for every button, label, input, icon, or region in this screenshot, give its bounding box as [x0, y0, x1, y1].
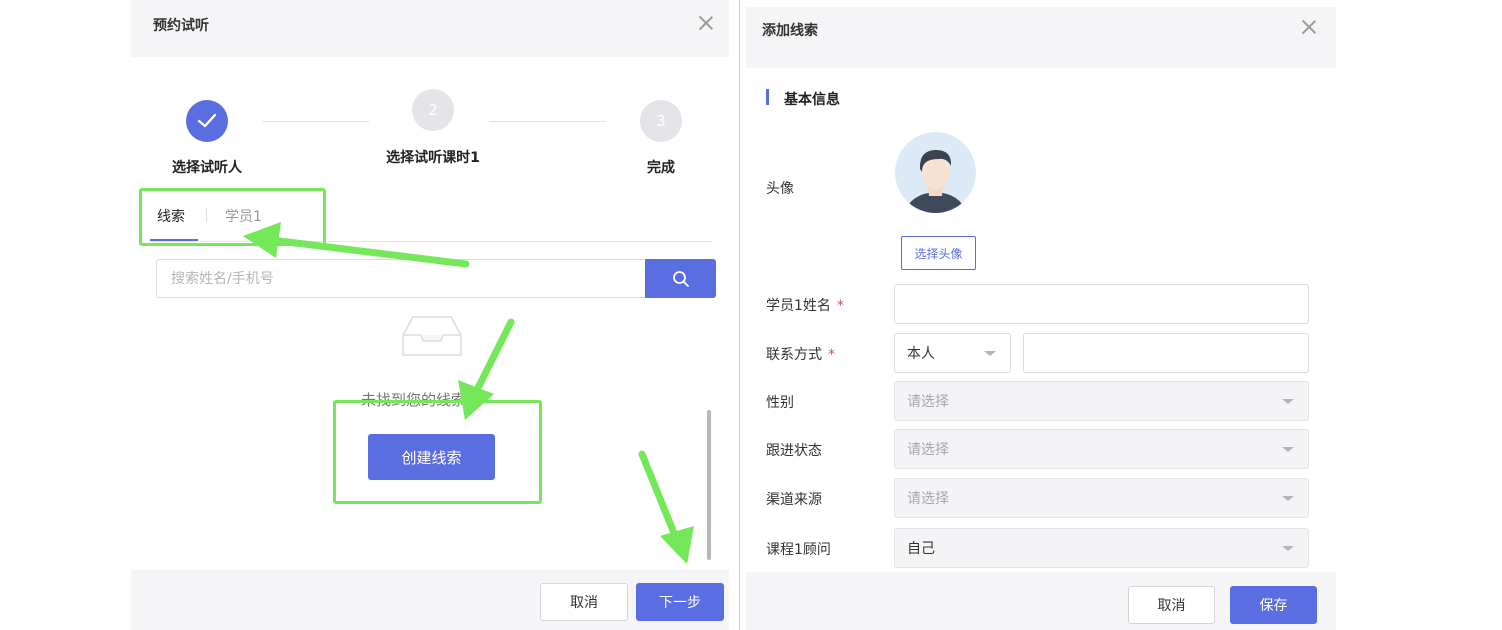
avatar-icon [895, 132, 976, 213]
contact-phone-field[interactable] [1023, 333, 1309, 373]
required-mark: * [836, 298, 844, 314]
chevron-down-icon [1282, 546, 1294, 551]
chevron-down-icon [1282, 447, 1294, 452]
channel-source-select[interactable]: 请选择 [894, 478, 1309, 518]
annotation-arrow [638, 450, 694, 564]
annotation-arrow [458, 318, 515, 420]
required-mark: * [828, 347, 835, 363]
student-name-field[interactable] [894, 284, 1309, 324]
follow-status-placeholder: 请选择 [907, 442, 949, 458]
gender-placeholder: 请选择 [907, 394, 949, 410]
follow-status-label: 跟进状态 [766, 443, 822, 459]
contact-label-text: 联系方式 [766, 347, 822, 363]
chevron-down-icon [984, 351, 996, 356]
annotation-arrow [243, 222, 470, 268]
course-advisor-label: 课程1顾问 [766, 542, 831, 558]
chevron-down-icon [1282, 399, 1294, 404]
channel-source-label: 渠道来源 [766, 492, 822, 508]
dialog-footer: 取消 保存 [746, 572, 1336, 630]
student-name-label-text: 学员1姓名 [766, 298, 831, 314]
avatar-label: 头像 [766, 181, 794, 197]
dialog-header: 添加线索 [746, 7, 1336, 68]
contact-relation-value: 本人 [907, 346, 935, 362]
contact-relation-select[interactable]: 本人 [894, 333, 1011, 373]
student-name-label: 学员1姓名 * [766, 295, 844, 315]
section-title: 基本信息 [784, 92, 840, 108]
section-marker [766, 89, 769, 105]
dialog-title: 添加线索 [762, 23, 818, 39]
add-clue-dialog: 添加线索 基本信息 头像 选择头像 学员1姓名 * 联系方式 * 本人 性别 请选择… [746, 0, 1336, 630]
choose-avatar-button[interactable]: 选择头像 [901, 236, 976, 270]
chevron-down-icon [1282, 496, 1294, 501]
close-icon[interactable] [1300, 18, 1318, 36]
channel-source-placeholder: 请选择 [907, 491, 949, 507]
follow-status-select[interactable]: 请选择 [894, 429, 1309, 469]
gender-select[interactable]: 请选择 [894, 381, 1309, 421]
save-button[interactable]: 保存 [1230, 586, 1317, 624]
course-advisor-value: 自己 [907, 541, 935, 557]
contact-label: 联系方式 * [766, 344, 835, 364]
panel-divider [739, 0, 740, 630]
cancel-button[interactable]: 取消 [1128, 586, 1215, 624]
course-advisor-select[interactable]: 自己 [894, 528, 1309, 568]
gender-label: 性别 [766, 395, 794, 411]
